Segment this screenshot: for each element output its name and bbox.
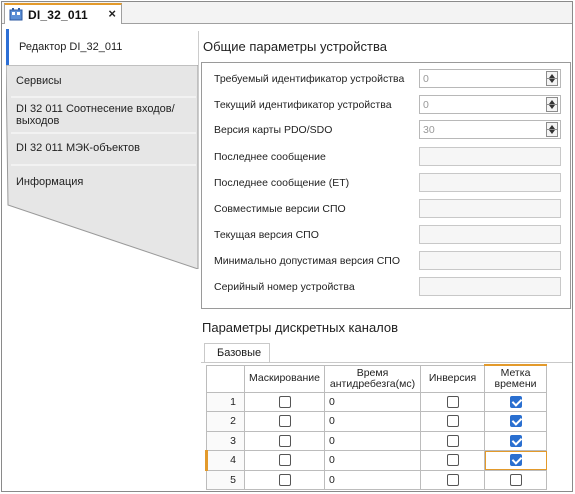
- inversion-checkbox[interactable]: [446, 473, 459, 486]
- mask-cell[interactable]: [244, 450, 325, 471]
- timestamp-cell[interactable]: [484, 430, 547, 451]
- table-row[interactable]: 3 0: [206, 430, 547, 451]
- inversion-cell[interactable]: [420, 411, 485, 432]
- timestamp-checkbox[interactable]: [509, 473, 522, 486]
- table-row[interactable]: 5 0: [206, 469, 547, 490]
- timestamp-checkbox[interactable]: [509, 454, 522, 467]
- close-tab-icon[interactable]: ×: [108, 6, 116, 21]
- last-message-et-field: [419, 173, 561, 192]
- current-id-value: 0: [423, 99, 429, 111]
- inversion-cell[interactable]: [420, 391, 485, 412]
- current-version-field: [419, 225, 561, 244]
- debounce-header[interactable]: Время антидребезга(мс): [324, 364, 421, 393]
- inversion-cell[interactable]: [420, 430, 485, 451]
- table-header-row: Маскирование Время антидребезга(мс) Инве…: [206, 364, 547, 393]
- current-id-field[interactable]: 0: [419, 95, 561, 114]
- timestamp-checkbox[interactable]: [509, 395, 522, 408]
- serial-number-field: [419, 277, 561, 296]
- inversion-checkbox[interactable]: [446, 454, 459, 467]
- row-number-header: [206, 364, 245, 393]
- last-message-et-label: Последнее сообщение (ET): [214, 177, 350, 189]
- pdo-sdo-version-label: Версия карты PDO/SDO: [214, 124, 333, 136]
- debounce-cell[interactable]: 0: [324, 430, 421, 451]
- nav-item-services[interactable]: Сервисы: [16, 75, 202, 87]
- document-tab-title: DI_32_011: [28, 7, 88, 22]
- timestamp-cell[interactable]: [484, 391, 547, 412]
- row-number[interactable]: 4: [205, 450, 245, 471]
- mask-checkbox[interactable]: [278, 454, 291, 467]
- mask-cell[interactable]: [244, 391, 325, 412]
- channels-table: Маскирование Время антидребезга(мс) Инве…: [205, 364, 547, 490]
- inversion-checkbox[interactable]: [446, 395, 459, 408]
- min-version-label: Минимально допустимая версия СПО: [214, 255, 401, 267]
- mask-cell[interactable]: [244, 411, 325, 432]
- last-message-label: Последнее сообщение: [214, 151, 326, 163]
- row-number[interactable]: 2: [206, 411, 245, 432]
- document-tab[interactable]: DI_32_011 ×: [4, 3, 122, 24]
- mask-header[interactable]: Маскирование: [244, 364, 325, 393]
- timestamp-cell[interactable]: [484, 469, 547, 490]
- document-tab-strip: DI_32_011 ×: [2, 2, 572, 24]
- debounce-cell[interactable]: 0: [324, 469, 421, 490]
- nav-item-iec-objects[interactable]: DI 32 011 МЭК-объектов: [16, 142, 202, 154]
- device-icon: [9, 8, 23, 21]
- mask-checkbox[interactable]: [278, 473, 291, 486]
- pdo-sdo-version-value: 30: [423, 124, 435, 136]
- timestamp-cell[interactable]: [484, 411, 547, 432]
- discrete-channels-title: Параметры дискретных каналов: [202, 320, 399, 335]
- current-version-label: Текущая версия СПО: [214, 229, 319, 241]
- mask-checkbox[interactable]: [278, 395, 291, 408]
- inversion-checkbox[interactable]: [446, 434, 459, 447]
- row-number[interactable]: 5: [206, 469, 245, 490]
- general-params-title: Общие параметры устройства: [203, 39, 387, 54]
- required-id-field[interactable]: 0: [419, 69, 561, 88]
- inversion-checkbox[interactable]: [446, 415, 459, 428]
- timestamp-cell-focused[interactable]: [484, 450, 547, 471]
- inversion-cell[interactable]: [420, 450, 485, 471]
- timestamp-header[interactable]: Метка времени: [484, 364, 547, 393]
- timestamp-checkbox[interactable]: [509, 415, 522, 428]
- general-params-panel: Требуемый идентификатор устройства 0 Тек…: [201, 62, 571, 309]
- editor-window: DI_32_011 × Редактор DI_32_011 Сервисы D…: [1, 1, 573, 492]
- current-id-spinner[interactable]: [546, 97, 558, 112]
- nav-item-io-mapping[interactable]: DI 32 011 Соотнесение входов/выходов: [16, 103, 186, 127]
- editor-side-nav: Редактор DI_32_011 Сервисы DI 32 011 Соо…: [6, 29, 201, 269]
- required-id-label: Требуемый идентификатор устройства: [214, 73, 405, 85]
- sub-tab-divider: [201, 362, 572, 363]
- table-row[interactable]: 2 0: [206, 411, 547, 432]
- pdo-sdo-version-field[interactable]: 30: [419, 120, 561, 139]
- compatible-versions-field: [419, 199, 561, 218]
- row-number[interactable]: 1: [206, 391, 245, 412]
- nav-item-information[interactable]: Информация: [16, 176, 202, 188]
- tab-basic[interactable]: Базовые: [204, 343, 270, 363]
- inversion-header[interactable]: Инверсия: [420, 364, 485, 393]
- debounce-cell[interactable]: 0: [324, 391, 421, 412]
- nav-item-editor[interactable]: Редактор DI_32_011: [6, 29, 198, 65]
- required-id-spinner[interactable]: [546, 71, 558, 86]
- min-version-field: [419, 251, 561, 270]
- table-row-selected[interactable]: 4 0: [205, 450, 547, 471]
- debounce-cell[interactable]: 0: [324, 450, 421, 471]
- serial-number-label: Серийный номер устройства: [214, 281, 355, 293]
- row-number[interactable]: 3: [206, 430, 245, 451]
- timestamp-checkbox[interactable]: [509, 434, 522, 447]
- last-message-field: [419, 147, 561, 166]
- compatible-versions-label: Совместимые версии СПО: [214, 203, 346, 215]
- required-id-value: 0: [423, 73, 429, 85]
- current-id-label: Текущий идентификатор устройства: [214, 99, 392, 111]
- mask-checkbox[interactable]: [278, 434, 291, 447]
- inversion-cell[interactable]: [420, 469, 485, 490]
- mask-cell[interactable]: [244, 469, 325, 490]
- mask-cell[interactable]: [244, 430, 325, 451]
- table-row[interactable]: 1 0: [206, 391, 547, 412]
- pdo-sdo-version-spinner[interactable]: [546, 122, 558, 137]
- debounce-cell[interactable]: 0: [324, 411, 421, 432]
- mask-checkbox[interactable]: [278, 415, 291, 428]
